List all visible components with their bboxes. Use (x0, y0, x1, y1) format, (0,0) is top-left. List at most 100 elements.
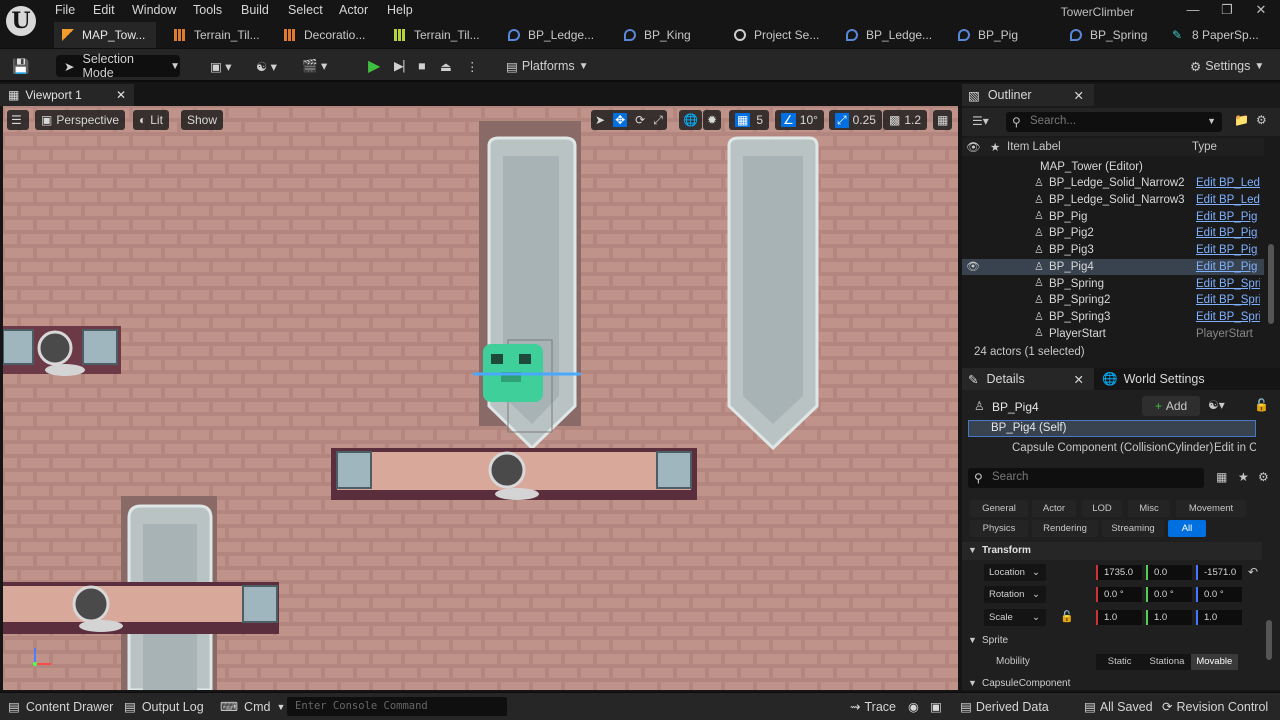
content-drawer-button[interactable]: ▤ Content Drawer (8, 699, 113, 715)
outliner-row-type-link[interactable]: Edit BP_Ledg (1196, 177, 1260, 189)
world-local-icon[interactable]: 🌐 (679, 110, 702, 130)
add-actor-icon[interactable]: ▣ ▾ (210, 55, 232, 77)
gear-icon[interactable]: ⚙ (1258, 470, 1269, 484)
blueprint-menu-icon[interactable]: ☯ ▾ (256, 55, 277, 77)
outliner-scrollbar[interactable] (1268, 244, 1274, 324)
settings-icon[interactable]: ⚙ (1256, 113, 1267, 127)
column-item-label[interactable]: Item Label (1007, 141, 1061, 153)
cmd-dropdown[interactable]: ⌨ Cmd ▼ (220, 699, 285, 715)
column-type[interactable]: Type (1192, 141, 1217, 153)
component-capsule-row[interactable]: Capsule Component (CollisionCylinder) Ed… (968, 440, 1256, 457)
section-capsule-component[interactable]: ▼ CapsuleComponent (962, 676, 1262, 692)
tab-project-settings[interactable]: Project Se... (726, 22, 830, 48)
mobility-stationary[interactable]: Stationa (1143, 654, 1190, 670)
mobility-static[interactable]: Static (1096, 654, 1143, 670)
category-movement[interactable]: Movement (1176, 500, 1246, 517)
lock-icon[interactable]: 🔓 (1254, 398, 1269, 412)
outliner-search-input[interactable]: ⚲ Search... ▼ (1006, 112, 1222, 132)
mobility-movable[interactable]: Movable (1190, 654, 1238, 670)
tab-bp-ledge[interactable]: BP_Ledge... (500, 22, 604, 48)
outliner-root-row[interactable]: MAP_Tower (Editor) (962, 159, 1264, 176)
scale-y-field[interactable]: 1.0 (1146, 610, 1192, 625)
component-self-row[interactable]: BP_Pig4 (Self) (968, 420, 1256, 437)
location-x-field[interactable]: 1735.0 (1096, 565, 1142, 580)
close-icon[interactable]: ✕ (1074, 88, 1084, 103)
add-component-button[interactable]: + Add (1142, 396, 1200, 416)
menu-tools[interactable]: Tools (193, 3, 222, 17)
all-saved-button[interactable]: ▤ All Saved (1084, 699, 1153, 715)
rotation-x-field[interactable]: 0.0 ° (1096, 587, 1142, 602)
outliner-row[interactable]: ♙ BP_Pig Edit BP_Pig (962, 208, 1264, 225)
outliner-row-type-link[interactable]: Edit BP_Ledg (1196, 194, 1260, 206)
star-icon[interactable]: ★ (990, 140, 1000, 154)
tab-details[interactable]: ✎ Details ✕ (962, 368, 1094, 390)
category-streaming[interactable]: Streaming (1102, 520, 1164, 537)
section-transform[interactable]: ▼ Transform (962, 542, 1262, 560)
visibility-icon[interactable]: 👁 (966, 140, 981, 154)
add-folder-icon[interactable]: 📁 (1234, 113, 1249, 127)
category-actor[interactable]: Actor (1032, 500, 1076, 517)
outliner-row[interactable]: 👁 ♙ BP_Pig4 Edit BP_Pig (962, 258, 1264, 276)
save-icon[interactable]: 💾 (12, 55, 29, 77)
filter-icon[interactable]: ☰▾ (972, 114, 989, 128)
outliner-row[interactable]: ♙ BP_Pig3 Edit BP_Pig (962, 242, 1264, 259)
show-button[interactable]: Show (181, 110, 224, 130)
visibility-icon[interactable]: 👁 (966, 260, 980, 273)
close-icon[interactable]: ✕ (116, 88, 126, 102)
scale-x-field[interactable]: 1.0 (1096, 610, 1142, 625)
step-icon[interactable]: ▶⎸ (394, 55, 416, 77)
level-viewport[interactable]: ☰ ▣ Perspective ◐ Lit Show ➤ ✥ ⟳ ⤢ 🌐 ✹ ▦… (3, 106, 958, 690)
outliner-row-type-link[interactable]: Edit BP_Sprin (1196, 311, 1260, 323)
outliner-row-type-link[interactable]: Edit BP_Sprin (1196, 294, 1260, 306)
trace-button[interactable]: ⇝ Trace (850, 699, 896, 715)
outliner-row-type-link[interactable]: Edit BP_Sprin (1196, 278, 1260, 290)
eject-icon[interactable]: ⏏ (440, 55, 452, 77)
edit-in-cpp-link[interactable]: Edit in C (1214, 442, 1256, 454)
table-view-icon[interactable]: ▦ (1216, 470, 1227, 484)
blueprint-options-icon[interactable]: ☯▾ (1208, 398, 1225, 412)
menu-select[interactable]: Select (288, 3, 323, 17)
outliner-row[interactable]: ♙ BP_Pig2 Edit BP_Pig (962, 225, 1264, 242)
scale-dropdown[interactable]: Scale ⌄ (984, 609, 1046, 626)
outliner-row[interactable]: ♙ PlayerStart PlayerStart (962, 325, 1264, 341)
tab-viewport-1[interactable]: ▦ Viewport 1 ✕ (0, 84, 134, 106)
output-log-button[interactable]: ▤ Output Log (124, 699, 204, 715)
location-dropdown[interactable]: Location ⌄ (984, 564, 1046, 581)
revision-control-button[interactable]: ⟳ Revision Control (1162, 699, 1268, 715)
maximize-icon[interactable]: ❐ (1212, 2, 1242, 20)
outliner-row-type-link[interactable]: Edit BP_Pig (1196, 261, 1260, 273)
rotation-y-field[interactable]: 0.0 ° (1146, 587, 1192, 602)
tab-bp-king[interactable]: BP_King (616, 22, 716, 48)
stop-icon[interactable]: ■ (418, 55, 426, 77)
cinematics-icon[interactable]: 🎬 ▾ (302, 55, 327, 77)
close-icon[interactable]: ✕ (1074, 372, 1084, 387)
console-command-input[interactable]: Enter Console Command (287, 697, 507, 716)
category-physics[interactable]: Physics (970, 520, 1028, 537)
camera-speed-button[interactable]: ▩ 1.2 (883, 110, 928, 130)
more-options-icon[interactable]: ⋮ (466, 55, 479, 77)
outliner-row[interactable]: ♙ BP_Spring3 Edit BP_Sprin (962, 309, 1264, 326)
scale-z-field[interactable]: 1.0 (1196, 610, 1242, 625)
tab-bp-pig[interactable]: BP_Pig (950, 22, 1054, 48)
outliner-row-type-link[interactable]: Edit BP_Pig (1196, 244, 1260, 256)
layout-icon[interactable]: ▦ (933, 110, 953, 130)
platforms-dropdown[interactable]: ▤ Platforms ▼ (506, 55, 589, 77)
select-icon[interactable]: ➤ (595, 113, 605, 127)
menu-edit[interactable]: Edit (93, 3, 115, 17)
tab-map-tower[interactable]: MAP_Tow... (54, 22, 156, 48)
category-rendering[interactable]: Rendering (1032, 520, 1098, 537)
outliner-row[interactable]: ♙ BP_Spring Edit BP_Sprin (962, 275, 1264, 292)
category-misc[interactable]: Misc (1128, 500, 1170, 517)
record-icon[interactable]: ◉ (908, 699, 919, 714)
outliner-row[interactable]: ♙ BP_Spring2 Edit BP_Sprin (962, 292, 1264, 309)
selection-mode-dropdown[interactable]: ➤ Selection Mode ▼ (56, 52, 180, 80)
tab-paper-sprite[interactable]: ✎ 8 PaperSp... (1164, 22, 1276, 48)
snapshot-icon[interactable]: ▣ (930, 699, 942, 714)
close-icon[interactable]: ✕ (1246, 2, 1276, 20)
rotation-z-field[interactable]: 0.0 ° (1196, 587, 1242, 602)
tab-terrain-tileset[interactable]: Terrain_Til... (386, 22, 490, 48)
category-lod[interactable]: LOD (1082, 500, 1122, 517)
location-z-field[interactable]: -1571.0 (1196, 565, 1242, 580)
menu-help[interactable]: Help (387, 3, 413, 17)
translate-icon[interactable]: ✥ (613, 113, 628, 127)
